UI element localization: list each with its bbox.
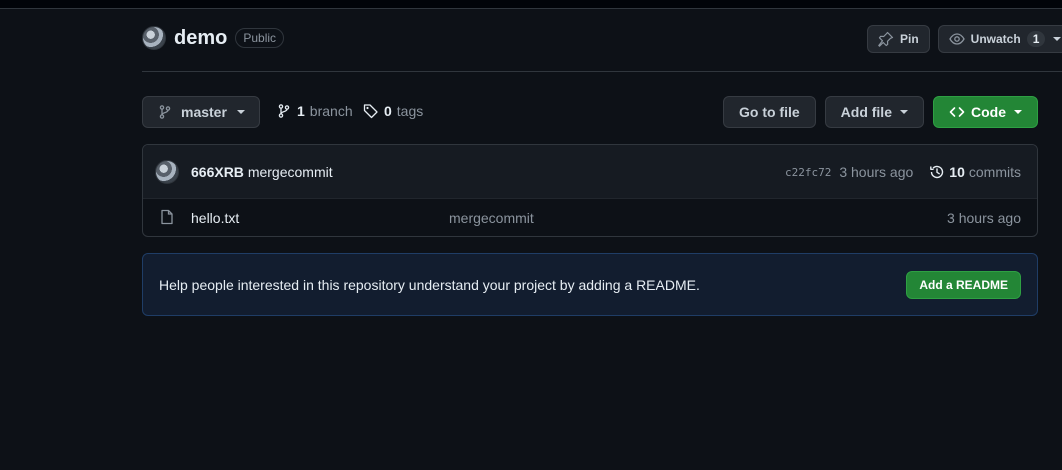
repo-header: demo Public [142,26,285,50]
go-to-file-button[interactable]: Go to file [722,96,816,128]
pin-button[interactable]: Pin [867,25,930,53]
branches-link[interactable]: 1 branch [276,103,353,119]
latest-commit-meta: c22fc72 3 hours ago 10 commits [785,164,1021,180]
code-button[interactable]: Code [933,96,1038,128]
readme-banner: Help people interested in this repositor… [142,253,1038,316]
file-commit-message[interactable]: mergecommit [449,210,534,226]
readme-banner-text: Help people interested in this repositor… [159,277,700,293]
top-nav-bar [0,0,1062,9]
commit-message[interactable]: mergecommit [248,164,333,180]
branch-count: 1 [297,103,305,119]
file-name[interactable]: hello.txt [191,210,239,226]
header-divider [142,71,1062,72]
commit-count: 10 [949,164,965,180]
pin-icon [878,31,894,47]
commit-time[interactable]: 3 hours ago [839,164,913,180]
file-browser: 666XRB mergecommit c22fc72 3 hours ago 1… [142,144,1038,237]
latest-commit-row: 666XRB mergecommit c22fc72 3 hours ago 1… [143,145,1037,199]
visibility-badge: Public [235,28,285,48]
tag-count: 0 [384,103,392,119]
file-commit-time: 3 hours ago [947,210,1021,226]
commit-author[interactable]: 666XRB [191,164,244,180]
history-icon [929,164,945,180]
repo-file-actions: Go to file Add file Code [722,96,1038,128]
add-file-button[interactable]: Add file [824,96,924,128]
file-icon [160,209,174,225]
unwatch-label: Unwatch [970,32,1021,46]
branch-name: master [181,104,227,120]
tag-icon [363,103,379,119]
add-file-label: Add file [840,104,892,120]
chevron-down-icon [236,110,245,114]
code-label: Code [971,104,1006,120]
commit-sha[interactable]: c22fc72 [785,166,831,179]
git-branch-icon [276,103,292,119]
file-row: hello.txt mergecommit 3 hours ago [143,199,1037,236]
add-readme-button[interactable]: Add a README [906,271,1021,299]
commit-count-label: commits [968,164,1021,180]
commits-history-link[interactable]: 10 commits [929,164,1021,180]
pin-label: Pin [900,32,919,46]
repo-actions: Pin Unwatch 1 [867,25,1062,53]
watch-count: 1 [1026,31,1046,47]
owner-avatar[interactable] [142,26,166,50]
tag-count-label: tags [396,103,424,119]
branch-select-button[interactable]: master [142,96,260,128]
latest-commit-summary: 666XRB mergecommit [191,164,333,180]
eye-icon [948,31,965,47]
tags-link[interactable]: 0 tags [363,103,423,119]
git-branch-icon [157,104,173,120]
code-icon [949,104,965,120]
branch-toolbar: master 1 branch 0 tags Go to file Add fi… [142,96,1038,128]
repo-name[interactable]: demo [174,27,227,50]
chevron-down-icon [900,110,908,114]
chevron-down-icon [1053,37,1062,41]
branch-count-label: branch [309,103,353,119]
chevron-down-icon [1014,110,1022,114]
unwatch-button[interactable]: Unwatch 1 [937,25,1062,53]
commit-author-avatar[interactable] [155,160,179,184]
